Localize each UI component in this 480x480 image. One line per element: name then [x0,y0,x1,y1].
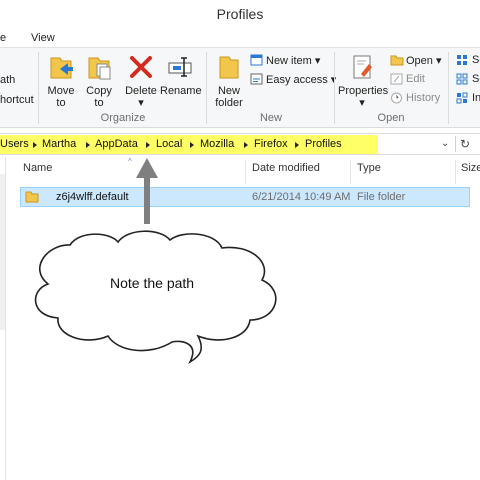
annotation-overlay [34,158,277,365]
cloud-callout [34,230,277,365]
up-arrow-icon [136,158,158,224]
callout-text: Note the path [110,275,195,291]
